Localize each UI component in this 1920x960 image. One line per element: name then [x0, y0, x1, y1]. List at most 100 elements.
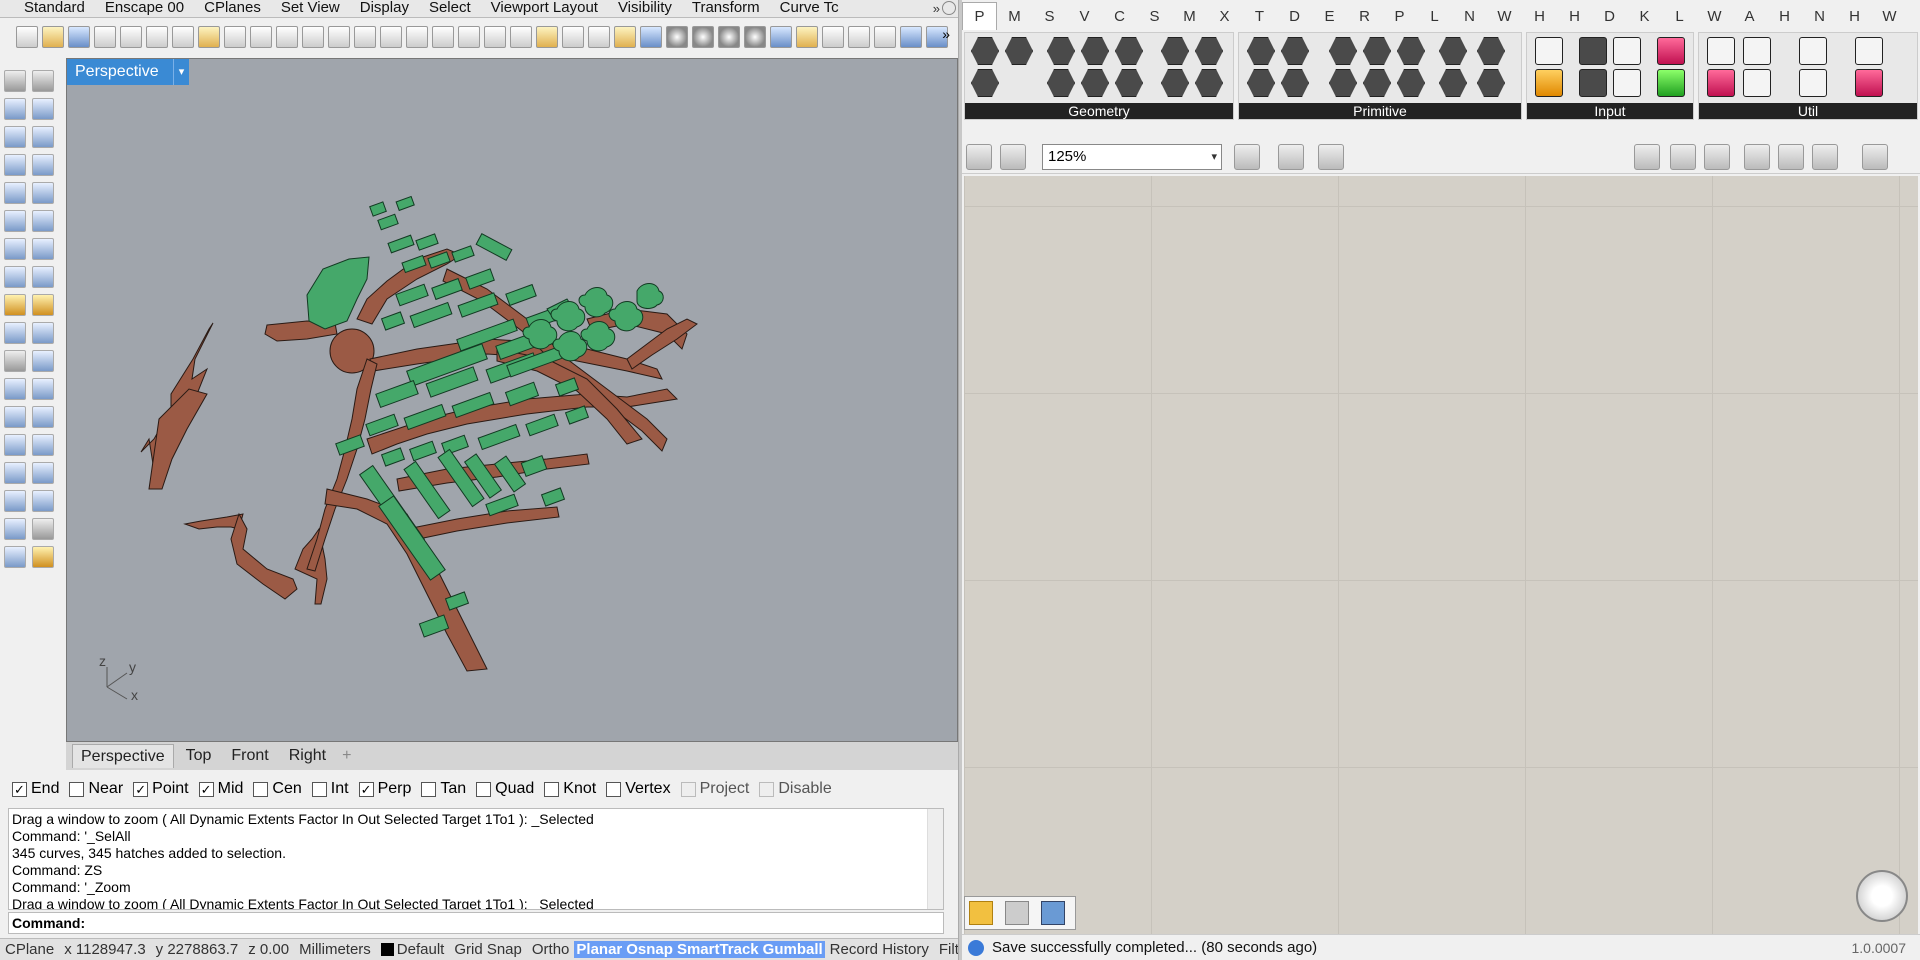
light-icon[interactable]	[796, 26, 818, 48]
align-icon[interactable]	[32, 434, 54, 456]
matrix-param-icon[interactable]	[1329, 69, 1357, 97]
light-bulb-icon[interactable]	[562, 26, 584, 48]
text-param-icon[interactable]	[1281, 69, 1309, 97]
tab-standard[interactable]: Standard	[0, 0, 95, 17]
material-icon[interactable]	[32, 546, 54, 568]
properties-icon[interactable]	[640, 26, 662, 48]
gh-tab-18[interactable]: D	[1592, 8, 1627, 25]
vector-param-icon[interactable]	[971, 37, 999, 65]
undo-view-icon[interactable]	[406, 26, 428, 48]
check-icon[interactable]	[32, 518, 54, 540]
osnap-vertex[interactable]: Vertex	[606, 780, 671, 798]
options-gear-icon[interactable]	[822, 26, 844, 48]
status-toggle-filter[interactable]: Filter	[934, 941, 958, 958]
integer-param-icon[interactable]	[1281, 37, 1309, 65]
rotate-view-icon[interactable]	[276, 26, 298, 48]
grasshopper-icon[interactable]	[900, 26, 922, 48]
grasshopper-logo-icon[interactable]	[969, 901, 993, 925]
zoom-select[interactable]: 125% ▾	[1042, 144, 1222, 170]
tab-visibility[interactable]: Visibility	[608, 0, 682, 17]
mesh-icon[interactable]	[32, 266, 54, 288]
gh-tab-3[interactable]: V	[1067, 8, 1102, 25]
image-sampler-icon[interactable]	[1657, 69, 1685, 97]
print-icon[interactable]	[94, 26, 116, 48]
gh-tab-24[interactable]: N	[1802, 8, 1837, 25]
colour-swatch-icon[interactable]	[1657, 37, 1685, 65]
gh-tab-9[interactable]: D	[1277, 8, 1312, 25]
render-tool-icon[interactable]	[4, 546, 26, 568]
render-sphere-icon[interactable]	[718, 26, 740, 48]
rectangle-icon[interactable]	[32, 154, 54, 176]
gh-tab-20[interactable]: L	[1662, 8, 1697, 25]
layout-icon[interactable]	[4, 518, 26, 540]
viewport-title[interactable]: Perspective	[67, 59, 173, 85]
viewport-dropdown-icon[interactable]: ▾	[173, 59, 189, 85]
flask-icon[interactable]	[1855, 69, 1883, 97]
brep-param-icon[interactable]	[1115, 69, 1143, 97]
lock-icon[interactable]	[588, 26, 610, 48]
tab-curve-tools[interactable]: Curve Tc	[770, 0, 849, 17]
four-viewports-icon[interactable]	[432, 26, 454, 48]
polyline-icon[interactable]	[4, 98, 26, 120]
curve-icon[interactable]	[32, 98, 54, 120]
status-toggle-ortho[interactable]: Ortho	[527, 941, 575, 958]
box-icon[interactable]	[4, 238, 26, 260]
tab-enscape[interactable]: Enscape 00	[95, 0, 194, 17]
field-param-icon[interactable]	[1195, 37, 1223, 65]
status-units[interactable]: Millimeters	[294, 941, 376, 958]
preview-selected-icon[interactable]	[1704, 144, 1730, 170]
tab-top[interactable]: Top	[178, 744, 220, 768]
tab-right[interactable]: Right	[281, 744, 334, 768]
open-folder-icon[interactable]	[966, 144, 992, 170]
graph-mapper-icon[interactable]	[1613, 37, 1641, 65]
grasshopper-canvas[interactable]	[964, 176, 1918, 934]
gh-tab-21[interactable]: W	[1697, 8, 1732, 25]
gh-tab-19[interactable]: K	[1627, 8, 1662, 25]
glasses-icon[interactable]	[1707, 37, 1735, 65]
boolean-param-icon[interactable]	[1247, 37, 1275, 65]
generic-param-icon[interactable]	[1439, 37, 1467, 65]
delete-param-icon[interactable]	[971, 69, 999, 97]
gh-tab-10[interactable]: E	[1312, 8, 1347, 25]
surface-param-icon[interactable]	[1115, 37, 1143, 65]
status-toggle-smarttrack[interactable]: SmartTrack	[674, 941, 761, 958]
circle-param-icon[interactable]	[1047, 37, 1075, 65]
shader-param-icon[interactable]	[1363, 69, 1391, 97]
loft-icon[interactable]	[32, 210, 54, 232]
surface-icon[interactable]	[4, 210, 26, 232]
layer-icon[interactable]	[614, 26, 636, 48]
gh-tab-22[interactable]: A	[1732, 8, 1767, 25]
gh-tab-6[interactable]: M	[1172, 8, 1207, 25]
gh-tab-7[interactable]: X	[1207, 8, 1242, 25]
group-icon[interactable]	[4, 350, 26, 372]
polygon-icon[interactable]	[4, 154, 26, 176]
checkbox[interactable]: ✓	[198, 781, 214, 797]
select-arrow-icon[interactable]	[4, 70, 26, 92]
sketch-brush-icon[interactable]	[1318, 144, 1344, 170]
ellipse-icon[interactable]	[32, 126, 54, 148]
cluster-icon[interactable]	[1855, 37, 1883, 65]
panel-input-icon[interactable]	[1535, 37, 1563, 65]
osnap-perp[interactable]: ✓ Perp	[358, 780, 411, 798]
checkbox[interactable]: ✓	[133, 781, 149, 797]
tab-cplanes[interactable]: CPlanes	[194, 0, 271, 17]
toggle-input-icon[interactable]	[1579, 37, 1607, 65]
canvas-compass-icon[interactable]	[1856, 870, 1908, 922]
point-icon[interactable]	[32, 70, 54, 92]
boolean-icon[interactable]	[32, 238, 54, 260]
checkbox[interactable]	[253, 781, 269, 797]
osnap-quad[interactable]: Quad	[476, 780, 534, 798]
pan-hand-icon[interactable]	[250, 26, 272, 48]
split-icon[interactable]	[32, 322, 54, 344]
car-icon[interactable]	[458, 26, 480, 48]
osnap-point[interactable]: ✓ Point	[133, 780, 189, 798]
grid-array-icon[interactable]	[4, 490, 26, 512]
ghosted-sphere-icon[interactable]	[744, 26, 766, 48]
value-list-icon[interactable]	[1613, 69, 1641, 97]
color-wheel-icon[interactable]	[666, 26, 688, 48]
named-view-icon[interactable]	[484, 26, 506, 48]
viewport-title-bar[interactable]: Perspective ▾	[67, 59, 189, 85]
zoom-icon[interactable]	[302, 26, 324, 48]
checkbox[interactable]: ✓	[358, 781, 374, 797]
fiel-path-param-icon[interactable]	[1477, 69, 1505, 97]
